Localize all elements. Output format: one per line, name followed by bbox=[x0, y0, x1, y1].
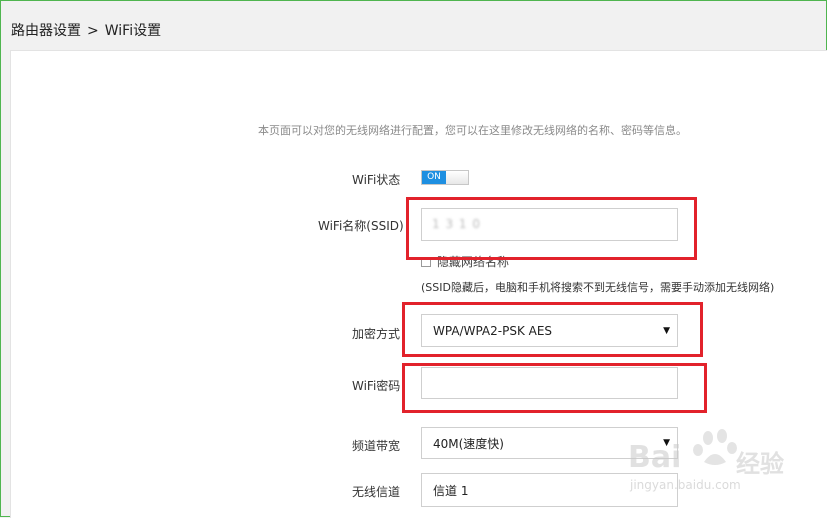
hide-ssid-checkbox[interactable] bbox=[421, 256, 431, 267]
ssid-label: WiFi名称(SSID) bbox=[318, 219, 404, 233]
wifi-status-toggle[interactable]: ON bbox=[421, 170, 469, 185]
toggle-knob bbox=[446, 171, 468, 184]
breadcrumb-parent[interactable]: 路由器设置 bbox=[11, 23, 81, 39]
encryption-value: WPA/WPA2-PSK AES bbox=[433, 323, 553, 338]
watermark-brand: Bai bbox=[628, 440, 682, 475]
page-description: 本页面可以对您的无线网络进行配置，您可以在这里修改无线网络的名称、密码等信息。 bbox=[258, 124, 687, 137]
breadcrumb-separator: > bbox=[87, 23, 99, 39]
ssid-value: 1 3 1 0 bbox=[432, 217, 481, 231]
bandwidth-value: 40M(速度快) bbox=[433, 436, 504, 451]
encryption-select[interactable]: WPA/WPA2-PSK AES ▼ bbox=[421, 314, 678, 347]
watermark-brand-suffix: 经验 bbox=[736, 450, 784, 478]
hide-ssid-row[interactable]: 隐藏网络名称 bbox=[421, 253, 509, 270]
hide-ssid-label: 隐藏网络名称 bbox=[437, 255, 510, 269]
ssid-input[interactable]: 1 3 1 0 bbox=[421, 208, 678, 241]
channel-label: 无线信道 bbox=[352, 485, 401, 499]
baidu-watermark: Bai 经验 jingyan.baidu.com bbox=[628, 428, 818, 498]
wifi-status-label: WiFi状态 bbox=[352, 173, 401, 187]
breadcrumb-current: WiFi设置 bbox=[104, 23, 162, 39]
password-label: WiFi密码 bbox=[352, 379, 401, 393]
encryption-label: 加密方式 bbox=[352, 327, 401, 341]
channel-value: 信道 1 bbox=[433, 483, 469, 498]
watermark-url: jingyan.baidu.com bbox=[630, 478, 741, 492]
hide-ssid-hint: (SSID隐藏后，电脑和手机将搜索不到无线信号，需要手动添加无线网络) bbox=[421, 281, 775, 294]
password-input[interactable] bbox=[421, 367, 678, 399]
bandwidth-label: 频道带宽 bbox=[352, 439, 401, 453]
chevron-down-icon: ▼ bbox=[663, 325, 670, 336]
toggle-on-text: ON bbox=[422, 171, 446, 184]
breadcrumb: 路由器设置 > WiFi设置 bbox=[11, 20, 161, 40]
